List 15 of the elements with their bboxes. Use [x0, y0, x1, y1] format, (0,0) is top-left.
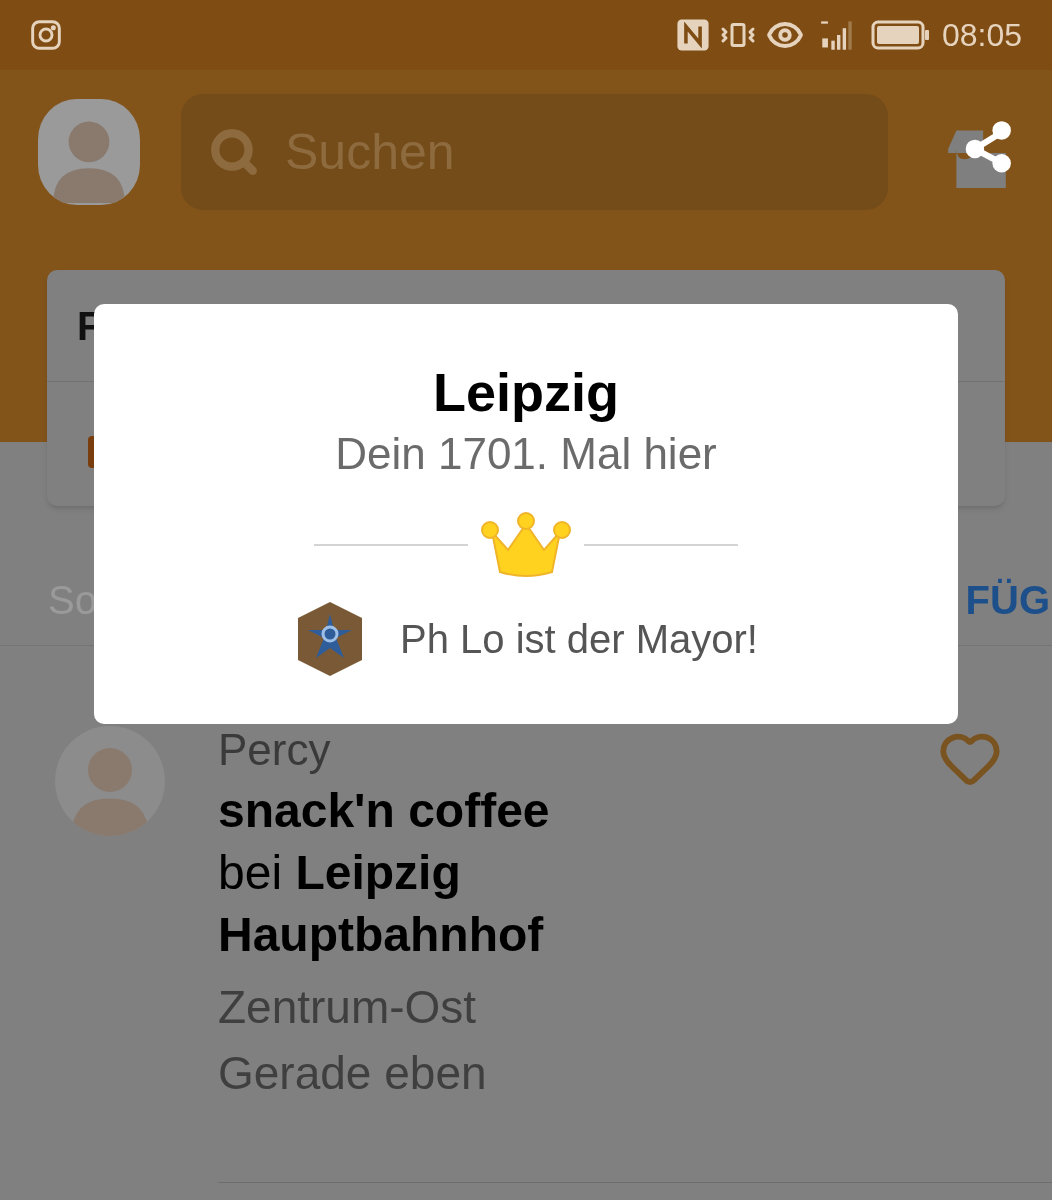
dialog-title: Leipzig [433, 361, 619, 424]
crown-icon [480, 510, 572, 580]
venue-location: bei Leipzig Hauptbahnhof [218, 845, 545, 963]
venue-name: snack'n coffee [218, 783, 551, 839]
search-icon [209, 127, 259, 177]
instagram-icon [30, 19, 62, 51]
clock-time: 08:05 [941, 16, 1022, 55]
checkin-time: Gerade eben [218, 1046, 488, 1101]
battery-icon [869, 20, 932, 50]
nfc-icon [675, 18, 710, 52]
mayor-text: Ph Lo ist der Mayor! [400, 616, 758, 663]
area-name: Zentrum-Ost [218, 980, 478, 1035]
dialog-subtitle: Dein 1701. Mal hier [335, 428, 717, 480]
add-link[interactable]: FÜG [965, 569, 1052, 630]
user-name: Percy [218, 726, 332, 774]
